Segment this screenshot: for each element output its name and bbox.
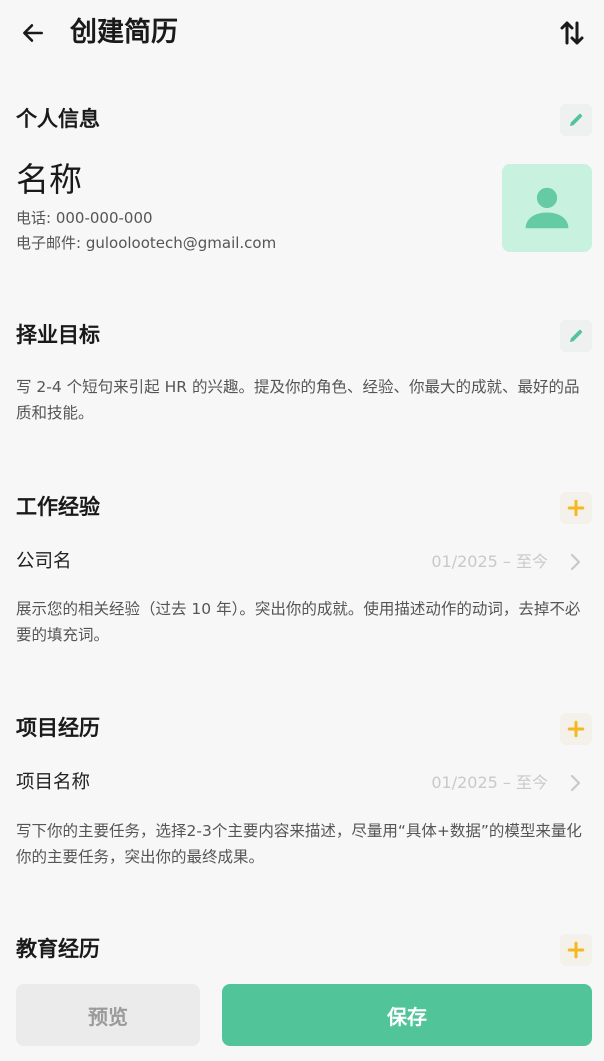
projects-description: 写下你的主要任务，选择2-3个主要内容来描述，尽量用“具体+数据”的模型来量化你… bbox=[16, 822, 582, 866]
plus-icon bbox=[567, 499, 585, 517]
arrow-left-icon bbox=[23, 24, 43, 42]
education-section-title: 教育经历 bbox=[16, 937, 100, 961]
edit-personal-button[interactable] bbox=[560, 104, 592, 136]
app-header: 创建简历 bbox=[0, 0, 604, 66]
phone-text: 电话: 000-000-000 bbox=[16, 209, 153, 227]
projects-section-title: 项目经历 bbox=[16, 716, 100, 740]
person-name: 名称 bbox=[16, 160, 82, 199]
chevron-right-icon bbox=[570, 553, 581, 571]
sort-button[interactable] bbox=[554, 14, 590, 52]
chevron-right-icon bbox=[570, 774, 581, 792]
plus-icon bbox=[567, 720, 585, 738]
work-date-range: 01/2025 – 至今 bbox=[431, 552, 548, 571]
objective-section-title: 择业目标 bbox=[16, 323, 100, 347]
back-button[interactable] bbox=[16, 16, 50, 50]
work-company-label[interactable]: 公司名 bbox=[16, 548, 72, 576]
project-date-range: 01/2025 – 至今 bbox=[431, 773, 548, 792]
pencil-icon bbox=[570, 113, 583, 126]
bottom-action-bar: 预览 保存 bbox=[0, 966, 604, 1061]
project-item-chevron[interactable] bbox=[566, 769, 584, 797]
person-icon bbox=[525, 187, 569, 229]
save-button[interactable]: 保存 bbox=[222, 984, 592, 1046]
plus-icon bbox=[567, 941, 585, 959]
preview-button[interactable]: 预览 bbox=[16, 984, 200, 1046]
pencil-icon bbox=[570, 329, 583, 342]
objective-description: 写 2-4 个短句来引起 HR 的兴趣。提及你的角色、经验、你最大的成就、最好的… bbox=[16, 378, 580, 422]
edit-objective-button[interactable] bbox=[560, 320, 592, 352]
add-project-button[interactable] bbox=[560, 713, 592, 745]
personal-section-title: 个人信息 bbox=[16, 107, 100, 131]
add-work-button[interactable] bbox=[560, 492, 592, 524]
work-item-chevron[interactable] bbox=[566, 548, 584, 576]
create-resume-screen: 创建简历 个人信息 名称 电话: 000-000-000 电子邮件: guloo… bbox=[0, 0, 604, 1061]
email-text: 电子邮件: guloolootech@gmail.com bbox=[16, 234, 277, 252]
work-description: 展示您的相关经验（过去 10 年）。突出你的成就。使用描述动作的动词，去掉不必要… bbox=[16, 600, 581, 644]
work-section-title: 工作经验 bbox=[16, 495, 100, 519]
project-name-label[interactable]: 项目名称 bbox=[16, 769, 90, 797]
page-title: 创建简历 bbox=[70, 17, 178, 48]
sort-arrows-icon bbox=[560, 21, 584, 45]
add-education-button[interactable] bbox=[560, 934, 592, 966]
avatar[interactable] bbox=[502, 164, 592, 252]
